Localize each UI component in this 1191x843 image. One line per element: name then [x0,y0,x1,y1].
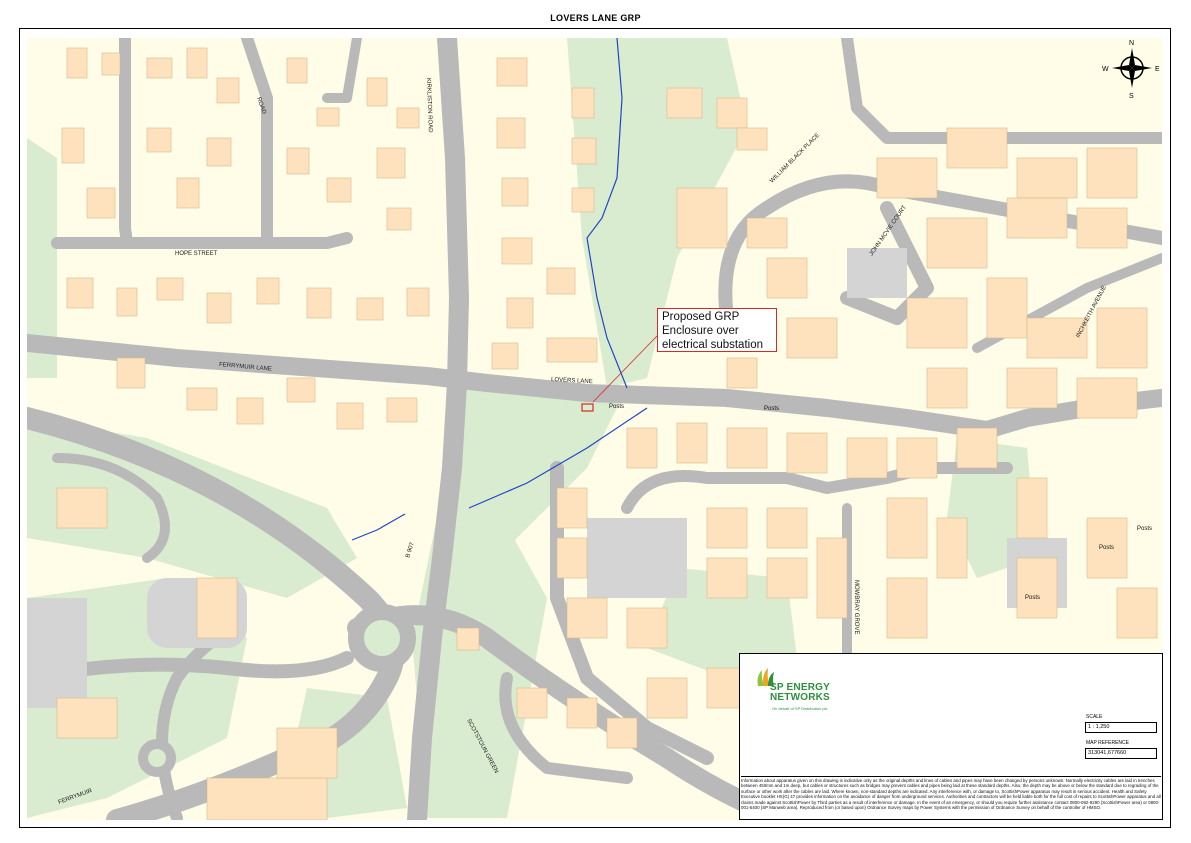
posts-label: Posts [609,404,624,410]
callout-line3: electrical substation [662,339,763,351]
label-william-black-place: WILLIAM BLACK PLACE [769,133,821,185]
map-reference-label: MAP REFERENCE [1086,740,1129,746]
posts-label: Posts [764,406,779,412]
label-hope-street: HOPE STREET [175,251,218,257]
compass-s: S [1129,93,1134,100]
scale-value: 1 : 1,250 [1085,722,1157,733]
scale-label: SCALE [1086,714,1103,720]
compass-rose-icon: N S W E [1102,40,1160,100]
label-kirkliston-road: KIRKLISTON ROAD [425,78,433,133]
label-mowbray-grove: MOWBRAY GROVE [853,580,859,634]
logo-text-networks: NETWORKS [770,692,830,703]
callout-line1: Proposed GRP [662,311,740,323]
label-b907: B 907 [405,541,416,558]
posts-label: Posts [1099,545,1114,551]
title-block: SP ENERGY NETWORKS On behalf of SP Distr… [739,653,1163,820]
posts-label: Posts [1025,595,1040,601]
map-title: LOVERS LANE GRP [550,13,641,23]
substation-callout: Proposed GRP Enclosure over electrical s… [657,308,777,352]
callout-line2: Enclosure over [662,325,739,337]
sp-energy-logo: SP ENERGY NETWORKS On behalf of SP Distr… [752,666,872,714]
compass-w: W [1102,66,1109,73]
logo-subtitle: On behalf of SP Distribution plc [772,706,828,711]
roundabout-main [348,604,416,672]
compass-e: E [1155,66,1160,73]
posts-label: Posts [1137,526,1152,532]
disclaimer-text: Information about apparatus given on thi… [741,776,1161,811]
roundabout-small [138,739,176,777]
map-reference-value: 313041,677660 [1085,748,1157,759]
cable-south-west [351,513,406,541]
compass-n: N [1129,40,1134,47]
